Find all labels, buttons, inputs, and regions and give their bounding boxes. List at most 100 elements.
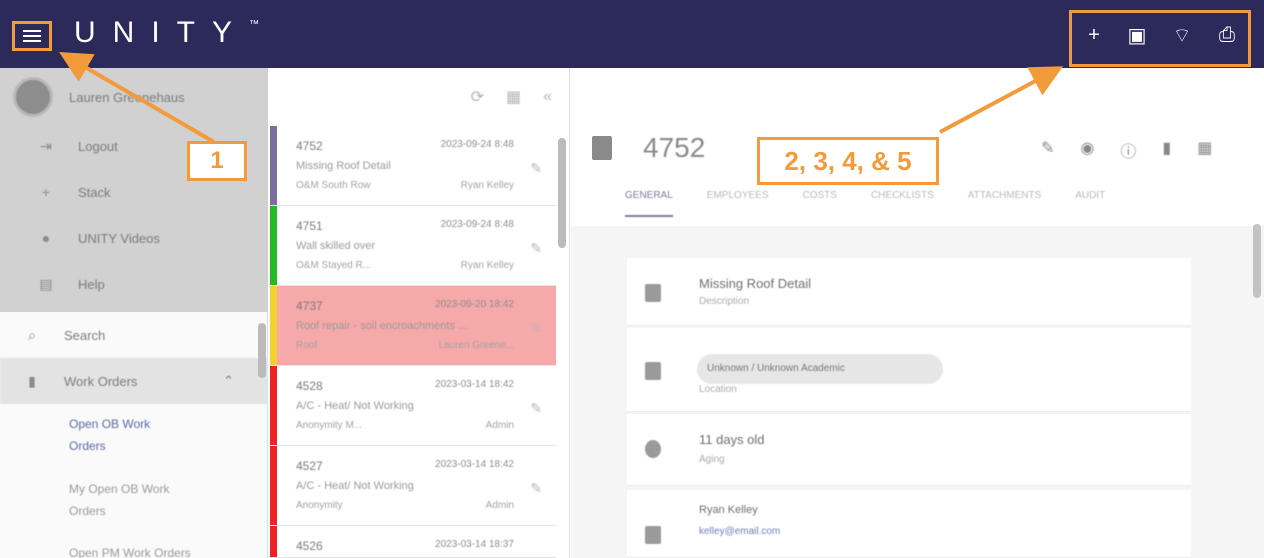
sub-item-open-ob-line2[interactable]: Orders bbox=[69, 435, 106, 457]
field-aging: 11 days old Aging bbox=[627, 414, 1191, 486]
delete-icon[interactable]: ▮ bbox=[1162, 138, 1171, 162]
list-item[interactable]: 4526 2023-03-14 18:37 bbox=[270, 526, 556, 558]
sidebar-scrollbar[interactable] bbox=[258, 323, 266, 378]
list-toolbar: ⟳ ▦ « bbox=[268, 68, 570, 126]
add-button[interactable]: + bbox=[1083, 24, 1105, 46]
list-item[interactable]: 4752 2023-09-24 8:48 Missing Roof Detail… bbox=[270, 126, 556, 206]
item-assignee: Lauren Greene... bbox=[438, 340, 514, 351]
clipboard-icon: ▮ bbox=[28, 373, 36, 389]
view-icon[interactable]: ◉ bbox=[1080, 138, 1094, 162]
menu-button[interactable] bbox=[12, 21, 52, 51]
edit-icon[interactable]: ✎ bbox=[1041, 138, 1054, 162]
item-number: 4752 bbox=[296, 139, 323, 153]
info-icon[interactable]: ⓘ bbox=[1120, 138, 1136, 162]
item-date: 2023-03-14 18:37 bbox=[435, 539, 514, 550]
item-description: A/C - Heat/ Not Working bbox=[296, 480, 414, 492]
edit-icon[interactable]: ✎ bbox=[530, 160, 542, 177]
item-number: 4528 bbox=[296, 379, 323, 393]
list-item[interactable]: 4737 2023-09-20 18:42 Roof repair - soil… bbox=[270, 286, 556, 366]
field-description: Missing Roof Detail Description bbox=[627, 258, 1191, 326]
menu-item-label: Stack bbox=[78, 184, 111, 200]
grid-icon[interactable]: ▦ bbox=[506, 87, 521, 107]
wifi-button[interactable]: ⌔ bbox=[1171, 24, 1193, 47]
field-value: Missing Roof Detail bbox=[699, 276, 811, 291]
status-stripe bbox=[270, 446, 277, 525]
item-description: Wall skilled over bbox=[296, 240, 376, 252]
list-item[interactable]: 4528 2023-03-14 18:42 A/C - Heat/ Not Wo… bbox=[270, 366, 556, 446]
video-icon: ● bbox=[41, 230, 51, 246]
item-location: O&M Stayed R... bbox=[296, 260, 372, 271]
clipboard-icon bbox=[592, 136, 612, 160]
tab-audit[interactable]: AUDIT bbox=[1075, 190, 1105, 217]
edit-icon[interactable]: ✎ bbox=[530, 480, 542, 497]
item-assignee: Ryan Kelley bbox=[460, 180, 514, 191]
detail-toolbar: ✎ ◉ ⓘ ▮ ▦ bbox=[1041, 138, 1212, 162]
wifi-icon: ⌔ bbox=[1172, 24, 1192, 47]
field-label: Aging bbox=[699, 454, 725, 465]
logo: UNITY™ bbox=[74, 16, 259, 49]
item-date: 2023-09-24 8:48 bbox=[440, 139, 514, 150]
sub-item-my-open-ob-line2[interactable]: Orders bbox=[69, 500, 106, 522]
user-name: Lauren Greenehaus bbox=[69, 89, 185, 105]
menu-item-videos[interactable]: ● UNITY Videos bbox=[0, 215, 268, 261]
logout-icon: ⇥ bbox=[40, 138, 52, 154]
tab-costs[interactable]: COSTS bbox=[803, 190, 837, 217]
field-link[interactable]: kelley@email.com bbox=[699, 526, 780, 537]
sidebar-item-search[interactable]: ⌕ Search bbox=[0, 312, 268, 358]
top-app-bar: UNITY™ + ▣ ⌔ ⎙ bbox=[0, 0, 1264, 68]
collapse-icon[interactable]: « bbox=[543, 88, 552, 106]
sidebar-item-work-orders[interactable]: ▮ Work Orders ⌃ bbox=[0, 358, 268, 404]
item-date: 2023-09-20 18:42 bbox=[435, 299, 514, 310]
help-icon: ▤ bbox=[39, 276, 53, 292]
edit-icon[interactable]: ✎ bbox=[530, 400, 542, 417]
more-icon[interactable]: ▦ bbox=[1197, 138, 1212, 162]
print-icon: ⎙ bbox=[1219, 23, 1235, 46]
plus-icon: + bbox=[1088, 23, 1100, 46]
sub-item-open-pm[interactable]: Open PM Work Orders bbox=[69, 542, 191, 558]
item-location: O&M South Row bbox=[296, 180, 371, 191]
calendar-icon: ▣ bbox=[1127, 24, 1147, 47]
sub-item-open-ob-line1[interactable]: Open OB Work bbox=[69, 413, 150, 435]
calendar-button[interactable]: ▣ bbox=[1126, 24, 1148, 47]
tab-employees[interactable]: EMPLOYEES bbox=[707, 190, 769, 217]
item-date: 2023-03-14 18:42 bbox=[435, 459, 514, 470]
list-item[interactable]: 4527 2023-03-14 18:42 A/C - Heat/ Not Wo… bbox=[270, 446, 556, 526]
item-assignee: Ryan Kelley bbox=[460, 260, 514, 271]
tab-checklists[interactable]: CHECKLISTS bbox=[871, 190, 934, 217]
item-number: 4526 bbox=[296, 539, 323, 553]
search-icon: ⌕ bbox=[28, 327, 36, 343]
item-number: 4527 bbox=[296, 459, 323, 473]
menu-item-label: Logout bbox=[78, 138, 118, 154]
field-contact: Ryan Kelley kelley@email.com bbox=[627, 490, 1191, 558]
detail-number: 4752 bbox=[643, 132, 706, 163]
field-value: 11 days old bbox=[699, 432, 765, 447]
detail-tabs: GENERAL EMPLOYEES COSTS CHECKLISTS ATTAC… bbox=[625, 190, 1105, 217]
detail-scrollbar[interactable] bbox=[1253, 224, 1261, 298]
menu-item-help[interactable]: ▤ Help bbox=[0, 261, 268, 307]
sidebar-item-label: Search bbox=[64, 327, 106, 343]
work-order-list: ⟳ ▦ « 4752 2023-09-24 8:48 Missing Roof … bbox=[268, 68, 570, 558]
item-location: Roof bbox=[296, 340, 318, 351]
tab-attachments[interactable]: ATTACHMENTS bbox=[968, 190, 1042, 217]
chevron-up-icon: ⌃ bbox=[223, 373, 234, 388]
tab-general[interactable]: GENERAL bbox=[625, 190, 673, 217]
edit-icon[interactable]: ✎ bbox=[530, 240, 542, 257]
edit-icon[interactable]: ✎ bbox=[530, 320, 542, 337]
item-location: Anonymity bbox=[296, 500, 343, 511]
sub-item-my-open-ob-line1[interactable]: My Open OB Work bbox=[69, 478, 169, 500]
refresh-icon[interactable]: ⟳ bbox=[471, 87, 484, 107]
list-scrollbar[interactable] bbox=[558, 138, 566, 248]
contact-icon bbox=[645, 526, 661, 544]
item-number: 4737 bbox=[296, 299, 323, 313]
status-stripe bbox=[270, 206, 277, 285]
status-stripe bbox=[270, 366, 277, 445]
list-item[interactable]: 4751 2023-09-24 8:48 Wall skilled over O… bbox=[270, 206, 556, 286]
description-icon bbox=[645, 284, 661, 302]
status-stripe bbox=[270, 126, 277, 205]
location-icon bbox=[645, 362, 661, 380]
print-button[interactable]: ⎙ bbox=[1216, 24, 1238, 46]
status-stripe bbox=[270, 526, 277, 557]
item-assignee: Admin bbox=[485, 500, 514, 511]
location-chip[interactable]: Unknown / Unknown Academic bbox=[697, 354, 943, 384]
user-row[interactable]: Lauren Greenehaus bbox=[0, 72, 268, 122]
